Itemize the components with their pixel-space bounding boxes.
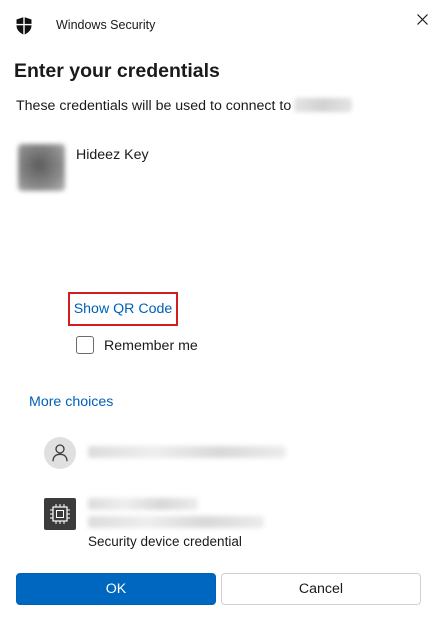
connect-text: These credentials will be used to connec… bbox=[16, 98, 292, 114]
show-qr-code-label: Show QR Code bbox=[73, 301, 173, 317]
redacted-account-name bbox=[88, 446, 286, 458]
show-qr-code-link[interactable]: Show QR Code bbox=[68, 292, 178, 326]
shield-icon bbox=[16, 17, 32, 35]
redacted-device-detail bbox=[88, 516, 264, 528]
credential-avatar bbox=[18, 144, 65, 191]
close-icon bbox=[416, 13, 428, 25]
remember-me-label[interactable]: Remember me bbox=[104, 338, 198, 354]
security-device-label: Security device credential bbox=[88, 534, 242, 549]
connect-description: These credentials will be used to connec… bbox=[16, 98, 353, 114]
credential-name: Hideez Key bbox=[76, 147, 149, 163]
remember-me-checkbox[interactable] bbox=[76, 336, 94, 354]
ok-button[interactable]: OK bbox=[16, 573, 216, 605]
user-icon bbox=[44, 437, 76, 469]
close-button[interactable] bbox=[410, 8, 434, 30]
page-title: Enter your credentials bbox=[14, 60, 220, 82]
chip-icon bbox=[44, 498, 76, 530]
more-choices-link[interactable]: More choices bbox=[29, 394, 113, 410]
redacted-device-name bbox=[88, 498, 198, 510]
redacted-target bbox=[294, 98, 353, 112]
app-title: Windows Security bbox=[56, 18, 156, 32]
cancel-button[interactable]: Cancel bbox=[221, 573, 421, 605]
